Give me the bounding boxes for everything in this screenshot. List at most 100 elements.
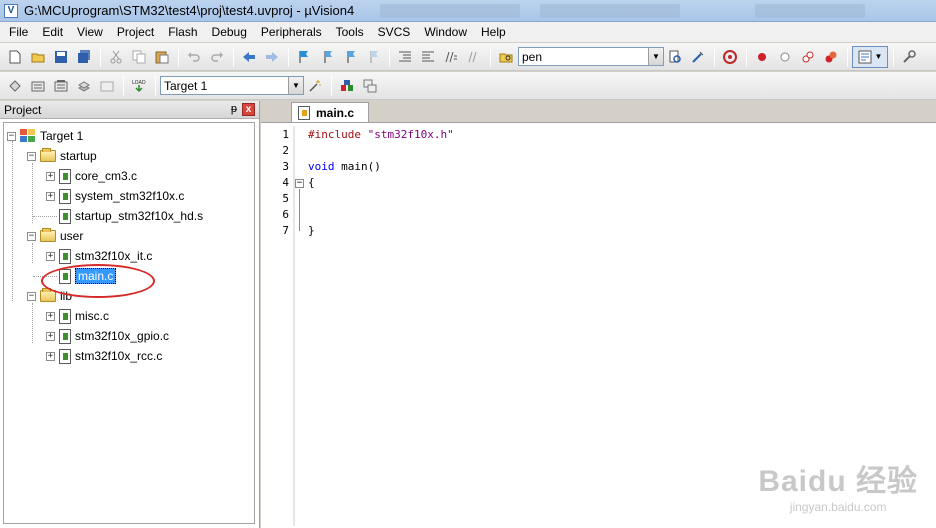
breakpoint-kill-all-button[interactable] — [820, 46, 842, 68]
breakpoint-button[interactable] — [751, 46, 773, 68]
menu-window[interactable]: Window — [417, 22, 474, 42]
menu-help[interactable]: Help — [474, 22, 513, 42]
tree-line — [32, 163, 33, 223]
menu-flash[interactable]: Flash — [161, 22, 204, 42]
cut-button[interactable] — [105, 46, 127, 68]
menu-peripherals[interactable]: Peripherals — [254, 22, 329, 42]
target-select[interactable]: Target 1 ▼ — [160, 76, 304, 95]
configure-button[interactable] — [898, 46, 920, 68]
tree-file-label: misc.c — [75, 309, 109, 323]
tree-file[interactable]: + system_stm32f10x.c — [46, 187, 184, 205]
code-line[interactable]: void main() — [308, 160, 381, 173]
build-button[interactable] — [27, 75, 49, 97]
code-line[interactable]: #include "stm32f10x.h" — [308, 128, 454, 141]
tree-group[interactable]: − startup — [27, 147, 97, 165]
redo-button[interactable] — [206, 46, 228, 68]
nav-forward-button[interactable] — [261, 46, 283, 68]
tree-file[interactable]: + core_cm3.c — [46, 167, 137, 185]
menu-project[interactable]: Project — [110, 22, 161, 42]
save-all-button[interactable] — [73, 46, 95, 68]
line-number: 5 — [282, 192, 289, 205]
debug-session-button[interactable] — [719, 46, 741, 68]
expand-icon[interactable]: + — [46, 351, 55, 361]
tree-file[interactable]: + misc.c — [46, 307, 109, 325]
chevron-down-icon[interactable]: ▼ — [288, 77, 303, 94]
rebuild-button[interactable] — [50, 75, 72, 97]
translate-button[interactable] — [4, 75, 26, 97]
expand-icon[interactable]: + — [46, 311, 55, 321]
incremental-find-button[interactable] — [687, 46, 709, 68]
expand-icon[interactable]: + — [46, 251, 55, 261]
collapse-icon[interactable]: − — [27, 231, 36, 241]
pin-icon[interactable]: ᵽ — [231, 103, 237, 115]
save-all-icon — [78, 49, 90, 63]
clear-bookmarks-button[interactable] — [362, 46, 384, 68]
tree-target[interactable]: − Target 1 — [7, 127, 83, 145]
close-icon[interactable]: x — [242, 103, 255, 116]
uncomment-button[interactable] — [463, 46, 485, 68]
bookmark-button[interactable] — [293, 46, 315, 68]
project-tree: − Target 1 − startup + core_cm3.c + syst… — [3, 122, 255, 524]
save-button[interactable] — [50, 46, 72, 68]
folder-open-icon — [40, 228, 56, 242]
collapse-icon[interactable]: − — [7, 131, 16, 141]
menu-debug[interactable]: Debug — [205, 22, 254, 42]
menu-view[interactable]: View — [70, 22, 110, 42]
undo-button[interactable] — [183, 46, 205, 68]
expand-icon[interactable]: + — [46, 191, 55, 201]
menu-file[interactable]: File — [2, 22, 35, 42]
tree-file[interactable]: + stm32f10x_gpio.c — [46, 327, 169, 345]
open-file-button[interactable] — [27, 46, 49, 68]
chevron-down-icon[interactable]: ▼ — [648, 48, 663, 65]
tree-group[interactable]: − user — [27, 227, 83, 245]
next-bookmark-button[interactable] — [339, 46, 361, 68]
unindent-button[interactable] — [417, 46, 439, 68]
new-file-button[interactable] — [4, 46, 26, 68]
breakpoints-icon — [802, 51, 814, 62]
stop-build-button[interactable] — [96, 75, 118, 97]
menu-edit[interactable]: Edit — [35, 22, 70, 42]
target-select-value[interactable]: Target 1 — [161, 79, 288, 93]
manage-components-button[interactable] — [336, 75, 358, 97]
expand-icon[interactable]: + — [46, 331, 55, 341]
translate-icon — [9, 79, 21, 92]
find-button[interactable] — [664, 46, 686, 68]
download-button[interactable]: LOAD — [128, 75, 150, 97]
breakpoint-disable-all-button[interactable] — [797, 46, 819, 68]
line-number: 6 — [282, 208, 289, 221]
prev-bookmark-button[interactable] — [316, 46, 338, 68]
menu-svcs[interactable]: SVCS — [371, 22, 418, 42]
breakpoint-empty-icon — [780, 52, 790, 61]
code-line[interactable]: { — [308, 176, 315, 189]
collapse-icon[interactable]: − — [27, 291, 36, 301]
comment-button[interactable] — [440, 46, 462, 68]
code-line[interactable]: } — [308, 224, 315, 237]
file-extensions-button[interactable] — [359, 75, 381, 97]
paste-icon — [155, 51, 169, 63]
line-number: 3 — [282, 160, 289, 173]
paste-button[interactable] — [151, 46, 173, 68]
copy-button[interactable] — [128, 46, 150, 68]
breakpoint-disable-button[interactable] — [774, 46, 796, 68]
window-layout-button[interactable]: ▼ — [852, 45, 888, 68]
find-input[interactable]: pen — [519, 50, 648, 64]
tree-file[interactable]: + stm32f10x_rcc.c — [46, 347, 162, 365]
toolbar-separator — [490, 46, 491, 67]
tab-main-c[interactable]: main.c — [291, 102, 370, 122]
nav-back-button[interactable] — [238, 46, 260, 68]
toolbar-separator — [331, 75, 332, 96]
tree-file[interactable]: startup_stm32f10x_hd.s — [59, 207, 203, 225]
menu-tools[interactable]: Tools — [329, 22, 371, 42]
tree-file[interactable]: + stm32f10x_it.c — [46, 247, 152, 265]
fold-collapse-icon[interactable]: − — [295, 179, 304, 188]
find-in-files-button[interactable] — [495, 46, 517, 68]
find-combo[interactable]: pen ▼ — [518, 47, 664, 66]
indent-button[interactable] — [394, 46, 416, 68]
target-options-button[interactable] — [304, 75, 326, 97]
expand-icon[interactable]: + — [46, 171, 55, 181]
batch-build-button[interactable] — [73, 75, 95, 97]
undo-icon — [188, 51, 200, 62]
tree-file-label: system_stm32f10x.c — [75, 189, 185, 203]
tree-group-label: user — [60, 229, 84, 243]
collapse-icon[interactable]: − — [27, 151, 36, 161]
